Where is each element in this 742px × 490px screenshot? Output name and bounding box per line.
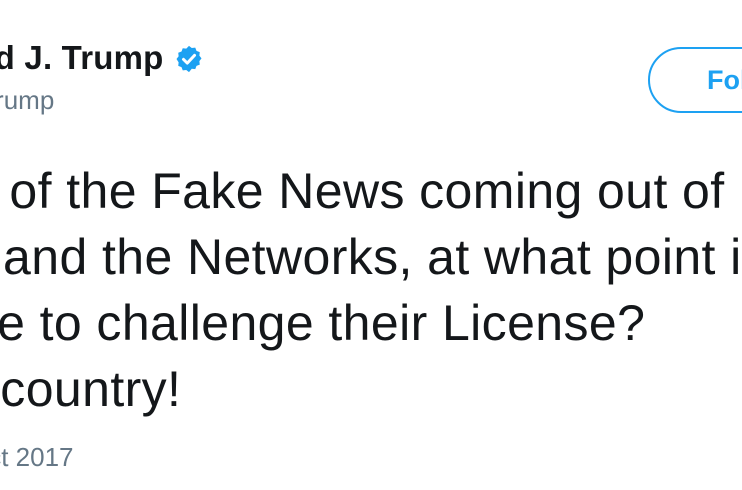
tweet-text-line: NBC and the Networks, at what point is i…	[0, 229, 742, 285]
tweet-text-line: appropriate to challenge their License?	[0, 295, 646, 351]
tweet-text-line: With all of the Fake News coming out of	[0, 163, 725, 219]
author-name-row: Donald J. Trump	[0, 36, 204, 80]
tweet-card: Donald J. Trump @realDonaldTrump Follow …	[0, 0, 742, 490]
author-display-name[interactable]: Donald J. Trump	[0, 36, 164, 80]
tweet-timestamp[interactable]: Oct 2017	[0, 440, 74, 474]
follow-button[interactable]: Follow	[648, 47, 742, 113]
verified-badge-icon	[174, 44, 204, 74]
author-handle[interactable]: @realDonaldTrump	[0, 83, 54, 117]
tweet-text-line: Bad for country!	[0, 361, 182, 417]
